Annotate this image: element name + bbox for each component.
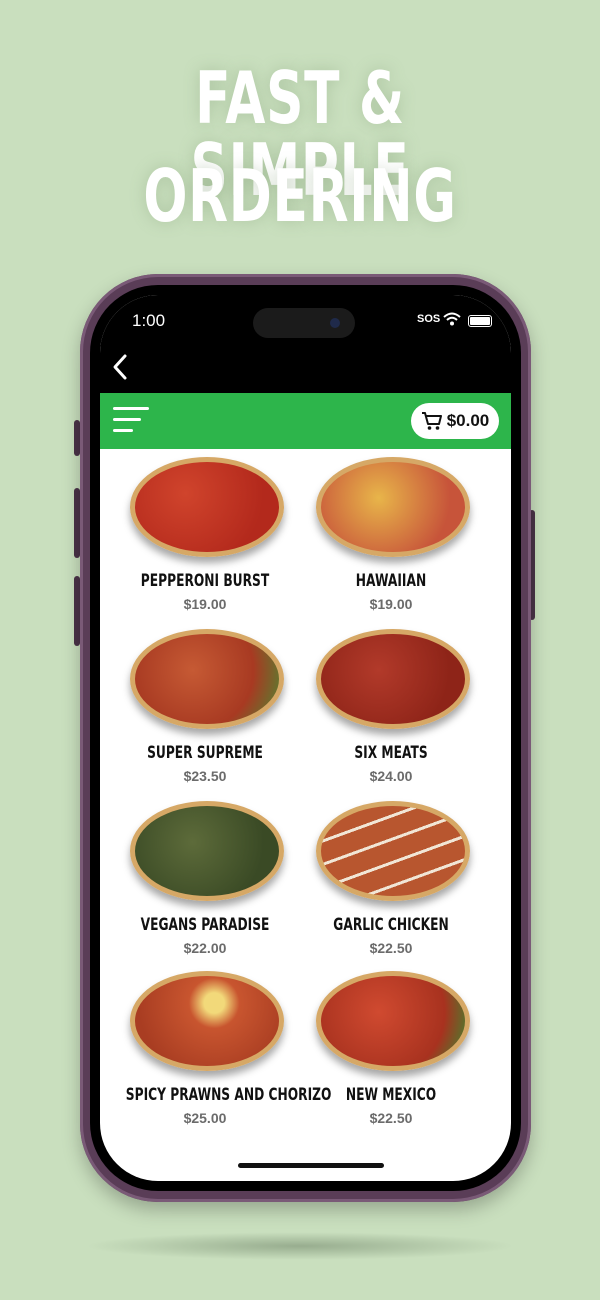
phone-shadow xyxy=(85,1232,515,1260)
cart-button[interactable]: $0.00 xyxy=(411,403,499,439)
camera-icon xyxy=(330,318,340,328)
pizza-image xyxy=(316,801,470,901)
pizza-image xyxy=(130,457,284,557)
product-name: VEGANS PARADISE xyxy=(140,915,270,935)
pizza-image xyxy=(316,629,470,729)
product-name: SUPER SUPREME xyxy=(147,743,263,763)
cart-total: $0.00 xyxy=(446,411,490,430)
product-price: $19.00 xyxy=(183,596,227,612)
hamburger-menu-icon[interactable] xyxy=(113,406,153,440)
sos-indicator: SOS xyxy=(417,313,441,325)
product-price: $22.00 xyxy=(183,940,227,956)
status-time: 1:00 xyxy=(132,311,166,330)
product-name: NEW MEXICO xyxy=(345,1085,437,1105)
phone-frame: 1:00 SOS $0.00 PEPPERONI BURST $19.00 HA… xyxy=(80,274,531,1202)
product-price: $24.00 xyxy=(369,768,413,784)
headline-line-2: ORDERING xyxy=(143,154,457,238)
product-name: SIX MEATS xyxy=(354,743,428,763)
product-price: $22.50 xyxy=(369,940,413,956)
status-bar: 1:00 SOS xyxy=(100,295,511,393)
product-name: SPICY PRAWNS AND CHORIZO xyxy=(125,1085,332,1105)
pizza-image xyxy=(130,629,284,729)
wifi-icon xyxy=(443,312,461,326)
product-price: $22.50 xyxy=(369,1110,413,1126)
product-name: GARLIC CHICKEN xyxy=(333,915,449,935)
product-name: PEPPERONI BURST xyxy=(140,571,270,591)
cart-icon xyxy=(421,412,442,430)
pizza-image xyxy=(130,971,284,1071)
product-price: $23.50 xyxy=(183,768,227,784)
app-bar: $0.00 xyxy=(100,393,511,449)
phone-screen: 1:00 SOS $0.00 PEPPERONI BURST $19.00 HA… xyxy=(100,295,511,1181)
product-name: HAWAIIAN xyxy=(355,571,427,591)
phone-bezel: 1:00 SOS $0.00 PEPPERONI BURST $19.00 HA… xyxy=(90,285,521,1191)
product-price: $19.00 xyxy=(369,596,413,612)
chevron-left-icon[interactable] xyxy=(110,353,130,381)
pizza-image xyxy=(316,971,470,1071)
pizza-image xyxy=(316,457,470,557)
dynamic-island xyxy=(253,308,355,338)
battery-icon xyxy=(468,315,492,327)
pizza-image xyxy=(130,801,284,901)
home-indicator[interactable] xyxy=(238,1163,384,1168)
product-price: $25.00 xyxy=(183,1110,227,1126)
